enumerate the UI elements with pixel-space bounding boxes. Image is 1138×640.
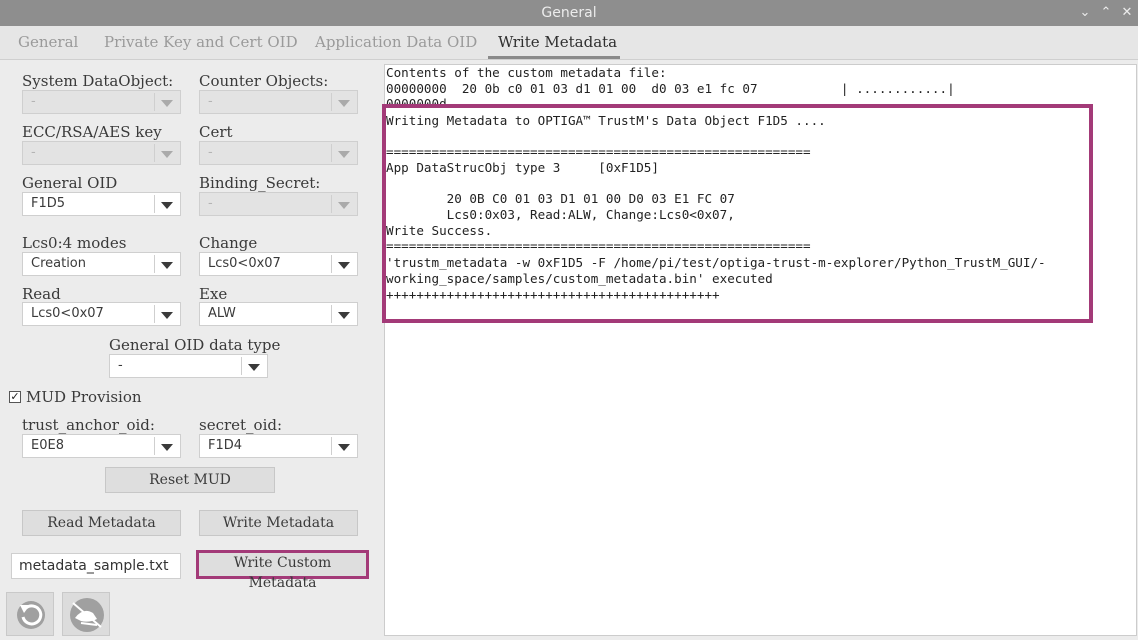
chevron-down-icon xyxy=(161,151,173,158)
chevron-down-icon xyxy=(161,100,173,107)
active-tab-indicator xyxy=(488,56,620,59)
tab-write-metadata[interactable]: Write Metadata xyxy=(498,33,617,51)
chevron-down-icon xyxy=(161,444,173,451)
reset-mud-button[interactable]: Reset MUD xyxy=(105,467,275,493)
ecc-rsa-aes-key-select[interactable]: - xyxy=(22,141,181,165)
chevron-down-icon xyxy=(338,202,350,209)
console-line: Contents of the custom metadata file: xyxy=(386,65,667,80)
general-oid-select[interactable]: F1D5 xyxy=(22,192,181,216)
general-oid-data-type-select[interactable]: - xyxy=(109,354,268,378)
binding-secret-label: Binding_Secret: xyxy=(199,174,321,192)
secret-oid-select[interactable]: F1D4 xyxy=(199,434,358,458)
chevron-down-icon xyxy=(161,262,173,269)
tab-application-data-oid[interactable]: Application Data OID xyxy=(315,33,477,51)
mud-provision-label: MUD Provision xyxy=(26,388,142,406)
change-label: Change xyxy=(199,234,258,252)
exe-label: Exe xyxy=(199,285,228,303)
general-oid-label: General OID xyxy=(22,174,118,192)
mud-provision-checkbox[interactable]: ✓ xyxy=(9,391,21,403)
read-select[interactable]: Lcs0<0x07 xyxy=(22,302,181,326)
ecc-rsa-aes-key-label: ECC/RSA/AES key xyxy=(22,123,162,141)
counter-objects-select[interactable]: - xyxy=(199,90,358,114)
title-bar: General ⌄ ⌃ ✕ xyxy=(0,0,1138,26)
exit-button[interactable] xyxy=(62,592,110,636)
chevron-down-icon xyxy=(338,151,350,158)
chevron-down-icon xyxy=(338,100,350,107)
chevron-down-icon xyxy=(248,364,260,371)
cert-label: Cert xyxy=(199,123,233,141)
binding-secret-select[interactable]: - xyxy=(199,192,358,216)
counter-objects-label: Counter Objects: xyxy=(199,72,329,90)
write-metadata-button[interactable]: Write Metadata xyxy=(199,510,358,536)
change-select[interactable]: Lcs0<0x07 xyxy=(199,252,358,276)
read-metadata-button[interactable]: Read Metadata xyxy=(22,510,181,536)
trust-anchor-oid-label: trust_anchor_oid: xyxy=(22,416,155,434)
exe-select[interactable]: ALW xyxy=(199,302,358,326)
tab-general[interactable]: General xyxy=(18,33,78,51)
trust-anchor-oid-select[interactable]: E0E8 xyxy=(22,434,181,458)
lcs0-modes-select[interactable]: Creation xyxy=(22,252,181,276)
chevron-down-icon xyxy=(338,262,350,269)
chevron-down-icon xyxy=(338,444,350,451)
write-custom-metadata-button[interactable]: Write Custom Metadata xyxy=(196,550,369,591)
metadata-filename-input[interactable]: metadata_sample.txt xyxy=(11,553,181,579)
secret-oid-label: secret_oid: xyxy=(199,416,283,434)
maximize-icon[interactable]: ⌃ xyxy=(1098,5,1114,21)
chevron-down-icon xyxy=(161,202,173,209)
minimize-icon[interactable]: ⌄ xyxy=(1077,5,1093,21)
system-dataobject-select[interactable]: - xyxy=(22,90,181,114)
back-arrow-icon xyxy=(17,601,45,629)
lcs0-modes-label: Lcs0:4 modes xyxy=(22,234,127,252)
back-button[interactable] xyxy=(6,592,54,636)
general-oid-data-type-label: General OID data type xyxy=(109,336,281,354)
tab-bar: General Private Key and Cert OID Applica… xyxy=(0,26,1138,60)
chevron-down-icon xyxy=(161,312,173,319)
console-line: 00000000 20 0b c0 01 03 d1 01 00 d0 03 e… xyxy=(386,81,955,96)
exit-plug-icon xyxy=(70,598,104,632)
output-highlight-box xyxy=(382,104,1093,323)
close-icon[interactable]: ✕ xyxy=(1119,5,1135,21)
cert-select[interactable]: - xyxy=(199,141,358,165)
read-label: Read xyxy=(22,285,61,303)
window-title: General xyxy=(541,5,597,21)
system-dataobject-label: System DataObject: xyxy=(22,72,174,90)
chevron-down-icon xyxy=(338,312,350,319)
tab-private-key-and-cert-oid[interactable]: Private Key and Cert OID xyxy=(104,33,298,51)
